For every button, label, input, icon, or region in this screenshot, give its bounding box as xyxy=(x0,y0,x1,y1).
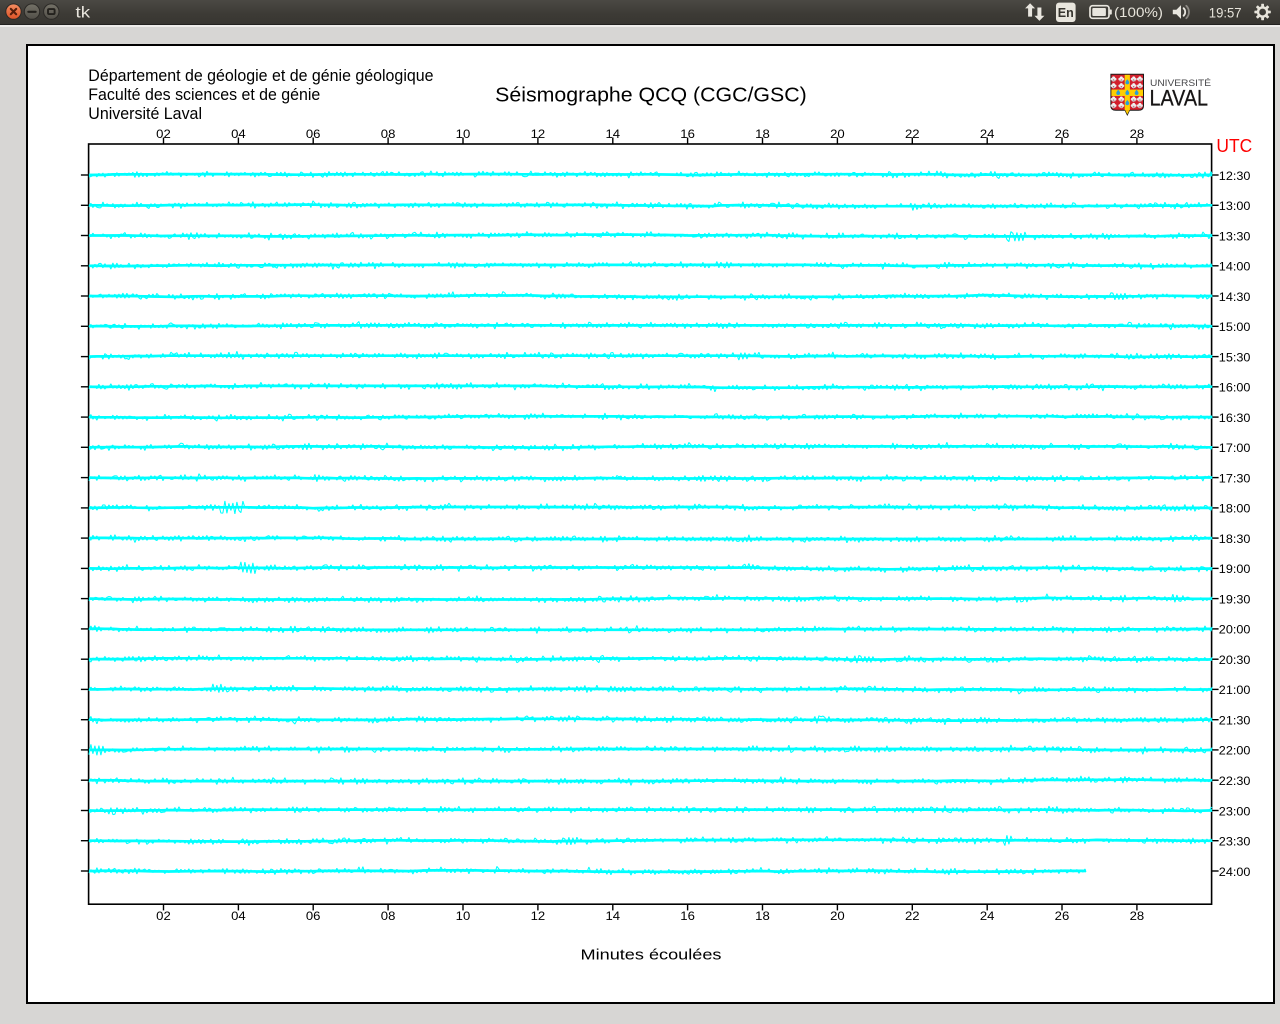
svg-text:17:00: 17:00 xyxy=(1219,441,1251,455)
svg-text:16:30: 16:30 xyxy=(1219,411,1251,425)
svg-text:20:30: 20:30 xyxy=(1219,653,1251,667)
svg-text:20: 20 xyxy=(830,127,845,141)
svg-text:16: 16 xyxy=(680,909,695,923)
svg-text:26: 26 xyxy=(1055,909,1070,923)
svg-text:18:30: 18:30 xyxy=(1219,532,1251,546)
svg-text:22: 22 xyxy=(905,127,920,141)
svg-text:04: 04 xyxy=(231,909,246,923)
svg-text:28: 28 xyxy=(1130,909,1145,923)
svg-text:18: 18 xyxy=(755,909,770,923)
svg-text:22:30: 22:30 xyxy=(1219,774,1251,788)
svg-text:LAVAL: LAVAL xyxy=(1150,86,1209,111)
svg-text:22: 22 xyxy=(905,909,920,923)
svg-text:14:30: 14:30 xyxy=(1219,290,1251,304)
svg-text:15:30: 15:30 xyxy=(1219,350,1251,364)
svg-text:22:00: 22:00 xyxy=(1219,744,1251,758)
svg-text:06: 06 xyxy=(306,127,321,141)
svg-text:24: 24 xyxy=(980,909,995,923)
svg-text:Faculté des sciences et de gén: Faculté des sciences et de génie xyxy=(88,85,320,104)
svg-text:06: 06 xyxy=(306,909,321,923)
svg-text:23:00: 23:00 xyxy=(1219,804,1251,818)
svg-text:16:00: 16:00 xyxy=(1219,381,1251,395)
svg-text:19:30: 19:30 xyxy=(1219,592,1251,606)
svg-text:17:30: 17:30 xyxy=(1219,471,1251,485)
svg-text:18: 18 xyxy=(755,127,770,141)
svg-text:19:57: 19:57 xyxy=(1209,5,1242,20)
svg-text:(100%): (100%) xyxy=(1114,5,1163,20)
svg-text:Département de géologie et de: Département de géologie et de génie géol… xyxy=(88,66,433,85)
svg-text:16: 16 xyxy=(680,127,695,141)
svg-text:08: 08 xyxy=(381,909,396,923)
svg-text:26: 26 xyxy=(1055,127,1070,141)
svg-text:13:30: 13:30 xyxy=(1219,229,1251,243)
svg-text:02: 02 xyxy=(156,127,171,141)
svg-text:04: 04 xyxy=(231,127,246,141)
svg-text:Université Laval: Université Laval xyxy=(88,104,202,123)
svg-text:12: 12 xyxy=(531,909,546,923)
svg-text:12: 12 xyxy=(531,127,546,141)
svg-text:10: 10 xyxy=(456,909,471,923)
svg-text:14:00: 14:00 xyxy=(1219,260,1251,274)
svg-text:23:30: 23:30 xyxy=(1219,835,1251,849)
svg-text:19:00: 19:00 xyxy=(1219,562,1251,576)
svg-text:28: 28 xyxy=(1130,127,1145,141)
svg-text:24:00: 24:00 xyxy=(1219,865,1251,879)
svg-text:24: 24 xyxy=(980,127,995,141)
svg-text:14: 14 xyxy=(606,127,621,141)
svg-text:18:00: 18:00 xyxy=(1219,502,1251,516)
svg-text:14: 14 xyxy=(606,909,621,923)
svg-text:tk: tk xyxy=(76,4,91,21)
svg-text:21:30: 21:30 xyxy=(1219,714,1251,728)
svg-text:15:00: 15:00 xyxy=(1219,320,1251,334)
svg-text:10: 10 xyxy=(456,127,471,141)
svg-text:21:00: 21:00 xyxy=(1219,683,1251,697)
svg-text:UTC: UTC xyxy=(1216,136,1252,156)
svg-text:20: 20 xyxy=(830,909,845,923)
svg-text:02: 02 xyxy=(156,909,171,923)
svg-text:Séismographe QCQ (CGC/GSC): Séismographe QCQ (CGC/GSC) xyxy=(495,84,807,107)
svg-text:En: En xyxy=(1058,6,1074,20)
svg-text:13:00: 13:00 xyxy=(1219,199,1251,213)
svg-text:20:00: 20:00 xyxy=(1219,623,1251,637)
svg-text:Minutes écoulées: Minutes écoulées xyxy=(581,947,722,964)
svg-text:08: 08 xyxy=(381,127,396,141)
svg-text:12:30: 12:30 xyxy=(1219,169,1251,183)
